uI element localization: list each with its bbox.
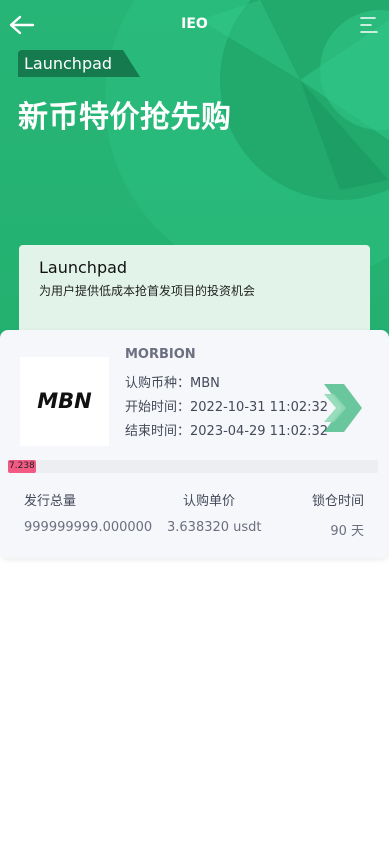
hero-banner: IEO Launchpad 新币特价抢先购 Launchpad 为用户提供低成本… — [0, 0, 389, 372]
total-supply-label: 发行总量 — [24, 494, 77, 509]
launchpad-tag: Launchpad — [18, 50, 141, 77]
menu-icon[interactable] — [359, 16, 379, 34]
project-logo: MBN — [20, 357, 109, 446]
top-bar: IEO — [0, 0, 389, 50]
subscription-currency: 认购币种：MBN — [125, 376, 220, 391]
double-chevron-right-icon[interactable] — [322, 382, 364, 434]
total-supply-value: 999999999.000000 — [24, 520, 153, 535]
logo-text: MBN — [37, 389, 92, 413]
unit-price-value: 3.638320 usdt — [167, 520, 262, 535]
page-title: IEO — [181, 16, 208, 32]
end-time: 结束时间：2023-04-29 11:02:32 — [125, 424, 329, 439]
intro-subtitle: 为用户提供低成本抢首发项目的投资机会 — [39, 284, 256, 298]
lock-period-label: 锁仓时间 — [311, 494, 364, 509]
lock-period-value: 90 天 — [330, 524, 364, 539]
subscription-progress-bar: 7.238 — [8, 460, 378, 473]
unit-price-label: 认购单价 — [183, 494, 236, 509]
start-time: 开始时间：2022-10-31 11:02:32 — [125, 400, 329, 415]
mbn-logo-image: MBN — [37, 389, 92, 413]
hero-headline: 新币特价抢先购 — [18, 100, 232, 135]
project-card[interactable]: MBN MORBION 认购币种：MBN 开始时间：2022-10-31 11:… — [0, 330, 389, 558]
intro-title: Launchpad — [39, 258, 128, 277]
progress-label: 7.238 — [9, 461, 35, 471]
project-name: MORBION — [125, 347, 196, 362]
